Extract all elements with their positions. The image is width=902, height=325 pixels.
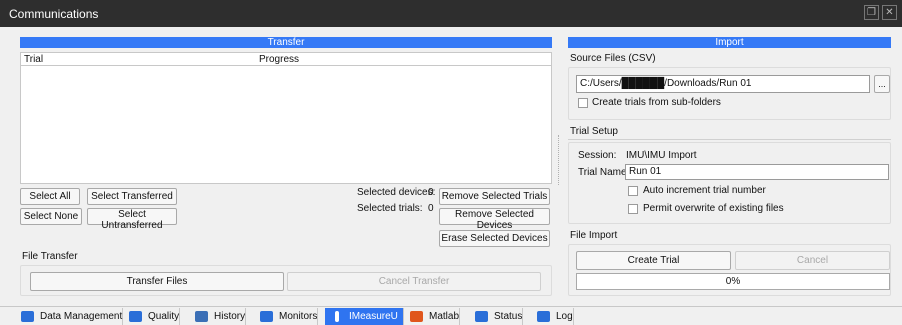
select-transferred-button[interactable]: Select Transferred — [87, 188, 177, 205]
tab-label: Quality — [148, 311, 180, 322]
selected-trials-label: Selected trials: — [357, 203, 423, 214]
monitors-icon — [260, 311, 273, 322]
tab-monitors[interactable]: Monitors — [255, 308, 319, 325]
tab-label: Matlab — [429, 311, 460, 322]
create-trials-checkbox[interactable] — [578, 98, 588, 108]
selected-devices-label: Selected devices: — [357, 187, 436, 198]
column-header-trial[interactable]: Trial — [24, 54, 43, 65]
quality-icon — [129, 311, 142, 322]
cancel-import-button[interactable]: Cancel — [735, 251, 890, 270]
tab-label: Status — [494, 311, 523, 322]
close-icon[interactable]: ✕ — [882, 5, 897, 20]
splitter-handle[interactable] — [558, 135, 560, 185]
tab-label: History — [214, 311, 246, 322]
tab-data-management[interactable]: Data Management — [16, 308, 124, 325]
source-path-field[interactable]: C:/Users/██████/Downloads/Run 01 — [576, 75, 870, 93]
tab-history[interactable]: History — [190, 308, 247, 325]
select-all-button[interactable]: Select All — [20, 188, 80, 205]
select-untransferred-button[interactable]: Select Untransferred — [87, 208, 177, 231]
cancel-transfer-button[interactable]: Cancel Transfer — [287, 272, 541, 291]
log-icon — [537, 311, 550, 322]
transfer-table-header: Trial Progress — [20, 52, 552, 66]
create-trial-button[interactable]: Create Trial — [576, 251, 731, 270]
auto-increment-label: Auto increment trial number — [643, 185, 766, 196]
permit-overwrite-checkbox[interactable] — [628, 204, 638, 214]
transfer-table[interactable] — [20, 66, 552, 184]
column-header-progress[interactable]: Progress — [259, 54, 299, 65]
matlab-icon — [410, 311, 423, 322]
tab-label: Data Management — [40, 311, 123, 322]
import-progress-bar: 0% — [576, 273, 890, 290]
trial-name-field[interactable]: Run 01 — [625, 164, 889, 180]
restore-icon[interactable]: ❐ — [864, 5, 879, 20]
tab-label: Log — [556, 311, 573, 322]
remove-selected-devices-button[interactable]: Remove Selected Devices — [439, 208, 550, 231]
file-import-title: File Import — [570, 230, 618, 241]
tab-quality[interactable]: Quality — [124, 308, 181, 325]
window-title: Communications — [9, 7, 99, 21]
trial-setup-divider — [568, 139, 891, 140]
imeasureu-icon — [335, 311, 339, 322]
status-icon — [475, 311, 488, 322]
tab-log[interactable]: Log — [532, 308, 574, 325]
import-progress-text: 0% — [725, 276, 741, 287]
browse-button[interactable]: ... — [874, 75, 890, 93]
import-header: Import — [568, 37, 891, 48]
trial-setup-title: Trial Setup — [570, 126, 618, 137]
selected-trials-count: 0 — [428, 203, 434, 214]
auto-increment-checkbox[interactable] — [628, 186, 638, 196]
selected-devices-count: 0 — [428, 187, 434, 198]
tab-label: IMeasureU — [349, 311, 398, 322]
source-files-title: Source Files (CSV) — [570, 53, 656, 64]
tab-label: Monitors — [279, 311, 318, 322]
permit-overwrite-label: Permit overwrite of existing files — [643, 203, 784, 214]
transfer-header: Transfer — [20, 37, 552, 48]
file-transfer-title: File Transfer — [22, 251, 78, 262]
tab-matlab[interactable]: Matlab — [405, 308, 461, 325]
transfer-files-button[interactable]: Transfer Files — [30, 272, 284, 291]
erase-selected-devices-button[interactable]: Erase Selected Devices — [439, 230, 550, 247]
history-icon — [195, 311, 208, 322]
session-value: IMU\IMU Import — [626, 150, 697, 161]
data-management-icon — [21, 311, 34, 322]
remove-selected-trials-button[interactable]: Remove Selected Trials — [439, 188, 550, 205]
window-titlebar: Communications ❐ ✕ — [0, 0, 902, 27]
tab-imeasureu[interactable]: IMeasureU — [325, 308, 404, 325]
create-trials-label: Create trials from sub-folders — [592, 97, 721, 108]
tab-bar: Data Management Quality History Monitors… — [0, 306, 902, 325]
trial-name-label: Trial Name: — [578, 167, 630, 178]
select-none-button[interactable]: Select None — [20, 208, 82, 225]
tab-status[interactable]: Status — [470, 308, 524, 325]
session-label: Session: — [578, 150, 617, 161]
